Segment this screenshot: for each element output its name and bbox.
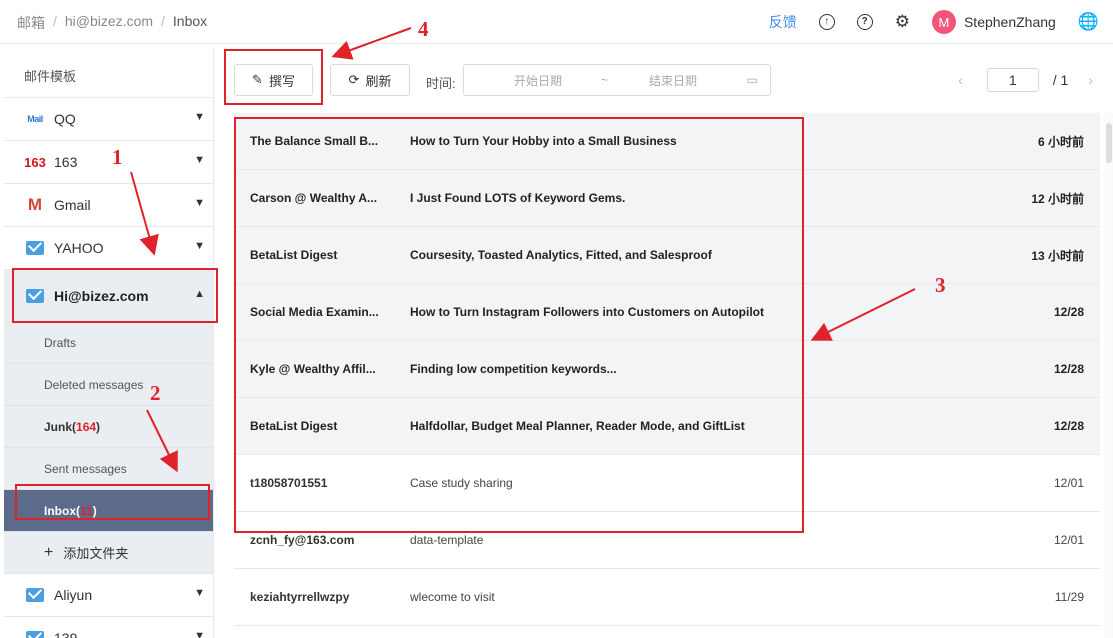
message-time: 12/28 — [1053, 305, 1084, 319]
sidebar-account-139[interactable]: 139 ▼ — [4, 617, 213, 638]
message-time: 6 小时前 — [1037, 134, 1084, 149]
sidebar: 邮件模板 Mail QQ ▼ 163 163 ▼ M Gmail ▼ YAHOO… — [4, 48, 214, 638]
163-logo-icon: 163 — [24, 154, 46, 170]
avatar[interactable]: M — [931, 10, 956, 34]
sidebar-heading-templates[interactable]: 邮件模板 — [4, 48, 213, 98]
start-date-input[interactable]: 开始日期 — [514, 72, 562, 89]
breadcrumb-separator: / — [53, 13, 57, 29]
feedback-link[interactable]: 反馈 — [769, 12, 797, 32]
folder-junk[interactable]: Junk(164) — [4, 406, 213, 448]
message-time: 12/28 — [1053, 362, 1084, 376]
message-subject: wlecome to visit — [410, 590, 495, 604]
message-sender: zcnh_fy@163.com — [250, 533, 355, 547]
toolbar: ✎ 撰写 ⟳ 刷新 时间: 开始日期 ~ 结束日期 ▭ ‹ 1 / 1 › — [214, 48, 1113, 112]
page-total: / 1 — [1052, 72, 1069, 88]
sidebar-account-aliyun[interactable]: Aliyun ▼ — [4, 574, 213, 617]
add-folder-label: 添加文件夹 — [63, 546, 129, 561]
upload-icon[interactable]: ↑ — [818, 14, 835, 30]
sidebar-account-yahoo[interactable]: YAHOO ▼ — [4, 227, 213, 270]
sidebar-account-qq[interactable]: Mail QQ ▼ — [4, 98, 213, 141]
scrollbar[interactable] — [1105, 113, 1113, 638]
message-time: 12/01 — [1053, 533, 1084, 547]
annotation-number: 4 — [418, 17, 429, 41]
account-label: 139 — [54, 630, 78, 638]
folder-label: Sent messages — [44, 461, 127, 476]
count-close-paren: ) — [96, 419, 101, 434]
folder-label: Junk — [44, 419, 73, 434]
breadcrumb-root[interactable]: 邮箱 — [17, 13, 45, 33]
account-label: Aliyun — [54, 587, 93, 603]
annotation-number: 2 — [150, 381, 161, 405]
unread-count: 164 — [76, 419, 97, 434]
chevron-down-icon: ▼ — [194, 197, 205, 209]
annotation-box-messages — [234, 117, 804, 533]
help-icon[interactable]: ? — [856, 14, 873, 30]
account-label: YAHOO — [54, 240, 104, 256]
account-label: 163 — [54, 154, 78, 170]
mail-app: 邮箱 / hi@bizez.com / Inbox 反馈 ↑ ? ⚙ M Ste… — [0, 0, 1113, 638]
folder-label: Deleted messages — [44, 377, 144, 392]
end-date-input[interactable]: 结束日期 — [649, 72, 697, 89]
page-number-input[interactable]: 1 — [986, 68, 1039, 92]
message-time: 13 小时前 — [1031, 248, 1084, 263]
pagination: ‹ 1 / 1 › — [958, 68, 1093, 92]
breadcrumb-separator: / — [161, 13, 165, 29]
scrollbar-thumb[interactable] — [1106, 123, 1112, 163]
folder-drafts[interactable]: Drafts — [4, 322, 213, 364]
gmail-logo-icon: M — [27, 195, 43, 214]
message-time: 12/01 — [1053, 476, 1084, 490]
date-range-picker[interactable]: 开始日期 ~ 结束日期 ▭ — [463, 64, 771, 96]
message-row[interactable]: keziahtyrrellwzpy wlecome to visit 11/29 — [234, 569, 1100, 626]
envelope-icon — [24, 241, 46, 255]
message-subject: data-template — [410, 533, 484, 547]
message-time: 12/28 — [1053, 419, 1084, 433]
annotation-box-account — [12, 268, 218, 323]
annotation-number: 1 — [112, 145, 123, 169]
chevron-down-icon: ▼ — [194, 154, 205, 166]
annotation-number: 3 — [935, 273, 946, 297]
folder-label: Drafts — [44, 335, 77, 350]
account-label: QQ — [54, 111, 76, 127]
breadcrumb-account[interactable]: hi@bizez.com — [65, 13, 153, 33]
breadcrumb-folder: Inbox — [172, 13, 208, 29]
qq-mail-logo-icon: Mail — [27, 114, 43, 124]
account-label: Gmail — [54, 197, 91, 213]
envelope-icon — [24, 588, 46, 602]
sidebar-account-gmail[interactable]: M Gmail ▼ — [4, 184, 213, 227]
sidebar-account-163[interactable]: 163 163 ▼ — [4, 141, 213, 184]
gear-icon[interactable]: ⚙ — [895, 12, 910, 32]
username[interactable]: StephenZhang — [964, 14, 1056, 30]
message-time: 11/29 — [1054, 590, 1084, 604]
header-actions: 反馈 ↑ ? ⚙ M StephenZhang 🌐 — [769, 9, 1099, 35]
prev-page-icon[interactable]: ‹ — [958, 72, 963, 88]
envelope-icon — [24, 631, 46, 638]
refresh-icon: ⟳ — [348, 72, 360, 87]
breadcrumb: 邮箱 / hi@bizez.com / Inbox — [17, 13, 207, 33]
folder-deleted[interactable]: Deleted messages — [4, 364, 213, 406]
annotation-box-inbox — [15, 484, 210, 520]
time-filter-label: 时间: — [426, 76, 456, 91]
plus-icon: + — [44, 543, 54, 561]
chevron-down-icon: ▼ — [194, 240, 205, 252]
refresh-label: 刷新 — [365, 73, 392, 89]
add-folder-button[interactable]: + 添加文件夹 — [4, 532, 213, 574]
next-page-icon[interactable]: › — [1088, 72, 1093, 88]
chevron-down-icon: ▼ — [194, 111, 205, 123]
globe-icon[interactable]: 🌐 — [1078, 12, 1099, 32]
chevron-down-icon: ▼ — [194, 630, 205, 638]
range-separator: ~ — [601, 73, 609, 87]
chevron-down-icon: ▼ — [194, 587, 205, 599]
calendar-icon[interactable]: ▭ — [747, 73, 758, 87]
message-sender: keziahtyrrellwzpy — [250, 590, 350, 604]
message-time: 12 小时前 — [1031, 191, 1084, 206]
top-bar: 邮箱 / hi@bizez.com / Inbox 反馈 ↑ ? ⚙ M Ste… — [0, 0, 1113, 44]
refresh-button[interactable]: ⟳ 刷新 — [330, 64, 410, 96]
annotation-box-compose — [224, 49, 323, 105]
